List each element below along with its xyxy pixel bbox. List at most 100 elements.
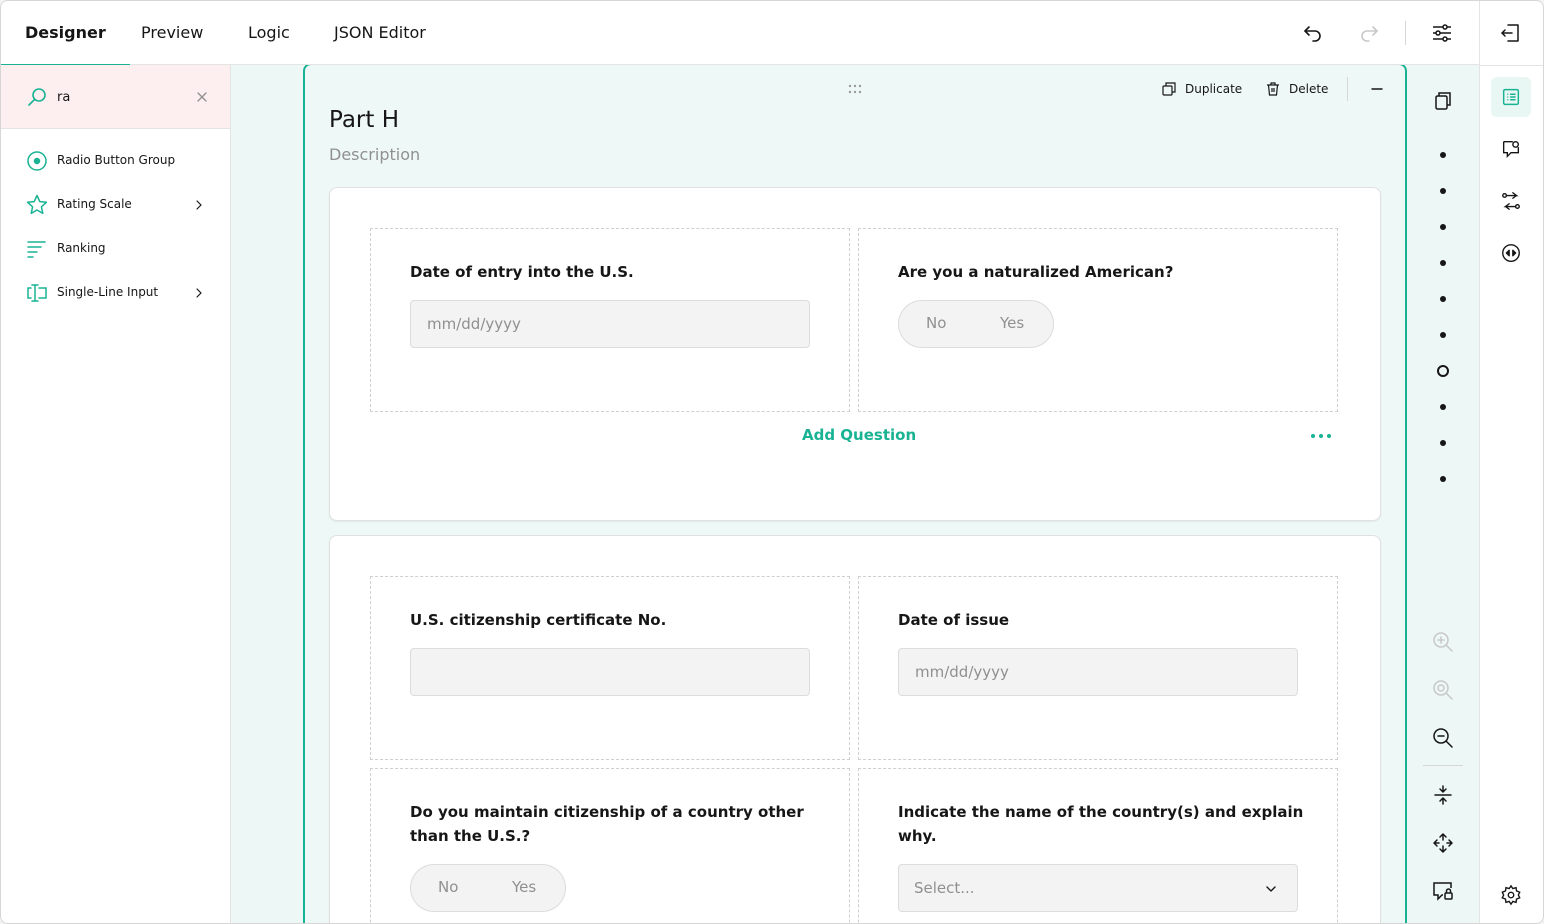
page-dot-current[interactable] [1437,365,1449,377]
undo-icon[interactable] [1301,21,1325,45]
property-grid-sidebar [1479,1,1543,923]
tab-json-editor[interactable]: JSON Editor [334,1,426,65]
logic-icon [1502,192,1520,210]
boolean-true-label[interactable]: Yes [512,878,536,896]
tab-logic[interactable]: Logic [248,1,290,65]
pages-list-icon[interactable] [1431,89,1455,113]
page-dot[interactable] [1440,296,1446,302]
trash-icon [1267,82,1279,96]
star-icon [26,194,48,215]
question-title[interactable]: Do you maintain citizenship of a country… [410,800,820,848]
question-other-citizenship[interactable]: Do you maintain citizenship of a country… [370,768,850,923]
page-dot[interactable] [1440,224,1446,230]
question-title[interactable]: U.S. citizenship certificate No. [410,608,820,632]
collapse-all-icon[interactable] [1431,783,1455,807]
question-date-of-issue[interactable]: Date of issue mm/dd/yyyy [858,576,1338,760]
question-title[interactable]: Are you a naturalized American? [898,260,1308,284]
zoom-reset-icon[interactable] [1431,678,1455,702]
survey-page[interactable]: Duplicate Delete Part H Description Date… [303,65,1407,923]
page-dot[interactable] [1440,188,1446,194]
page-dot[interactable] [1440,260,1446,266]
expand-all-icon[interactable] [1431,831,1455,855]
radio-button-icon [27,151,47,171]
page-title[interactable]: Part H [329,107,399,133]
boolean-false-label[interactable]: No [926,314,946,332]
creator-settings-button[interactable] [1491,875,1531,915]
duplicate-label: Duplicate [1185,82,1243,96]
search-icon [28,88,46,106]
question-title[interactable]: Date of entry into the U.S. [410,260,820,284]
collapse-icon[interactable] [1369,81,1385,97]
collapse-sidebar-button[interactable] [1491,13,1531,53]
add-question-button[interactable]: Add Question [802,426,916,444]
toolbox-item-rating-scale[interactable]: Rating Scale [1,183,230,227]
drag-handle-icon[interactable] [847,83,863,95]
page-description[interactable]: Description [329,145,420,164]
delete-label: Delete [1289,82,1329,96]
toolbox-item-label: Ranking [57,241,106,255]
navigation-circle-icon [1502,244,1520,262]
page-dot[interactable] [1440,440,1446,446]
chevron-down-icon [1266,886,1276,892]
toolbox-item-label: Rating Scale [57,197,132,211]
general-properties-button[interactable] [1491,77,1531,117]
list-icon [1502,88,1520,106]
question-settings-button[interactable] [1491,129,1531,169]
toolbox: Radio Button Group Rating Scale Ranking … [1,65,231,923]
date-input[interactable]: mm/dd/yyyy [410,300,810,348]
survey-creator-window: Designer Preview Logic JSON Editor ra Ra… [0,0,1544,924]
ranking-icon [27,241,46,258]
toolbox-search [1,65,230,129]
duplicate-page-button[interactable]: Duplicate [1161,79,1242,99]
text-input-icon [27,284,47,302]
country-dropdown[interactable]: Select... [898,864,1298,912]
question-date-of-entry[interactable]: Date of entry into the U.S. mm/dd/yyyy [370,228,850,412]
gear-icon [1501,884,1521,906]
navigation-settings-button[interactable] [1491,233,1531,273]
redo-icon[interactable] [1357,21,1381,45]
zoom-out-icon[interactable] [1431,726,1455,750]
page-navigator [1407,65,1479,923]
lock-question-icon[interactable] [1431,879,1455,903]
duplicate-icon [1162,82,1176,96]
question-title[interactable]: Indicate the name of the country(s) and … [898,800,1308,848]
panel[interactable]: Date of entry into the U.S. mm/dd/yyyy A… [329,187,1381,521]
question-title[interactable]: Date of issue [898,608,1308,632]
question-naturalized[interactable]: Are you a naturalized American? No Yes [858,228,1338,412]
toolbox-search-input[interactable] [57,87,187,107]
tab-preview[interactable]: Preview [141,1,203,65]
zoom-in-icon[interactable] [1431,630,1455,654]
toolbox-item-radio-button-group[interactable]: Radio Button Group [1,139,230,183]
clear-search-icon[interactable] [194,89,210,105]
boolean-toggle[interactable]: No Yes [410,864,566,912]
question-citizenship-certificate[interactable]: U.S. citizenship certificate No. [370,576,850,760]
page-dot[interactable] [1440,404,1446,410]
page-dot[interactable] [1440,152,1446,158]
boolean-true-label[interactable]: Yes [1000,314,1024,332]
top-toolbar: Designer Preview Logic JSON Editor [1,1,1479,66]
panel[interactable]: U.S. citizenship certificate No. Date of… [329,535,1381,923]
question-country-name[interactable]: Indicate the name of the country(s) and … [858,768,1338,923]
toolbox-item-single-line-input[interactable]: Single-Line Input [1,271,230,315]
page-dot[interactable] [1440,332,1446,338]
text-input[interactable] [410,648,810,696]
logic-settings-button[interactable] [1491,181,1531,221]
navigator-separator [1423,765,1463,766]
page-dot[interactable] [1440,476,1446,482]
boolean-toggle[interactable]: No Yes [898,300,1054,348]
gear-chat-icon [1502,140,1520,158]
toolbar-separator [1405,21,1406,45]
more-options-icon[interactable] [1310,430,1332,442]
date-input[interactable]: mm/dd/yyyy [898,648,1298,696]
exit-icon [1501,24,1519,42]
toolbox-item-ranking[interactable]: Ranking [1,227,230,271]
delete-page-button[interactable]: Delete [1265,79,1328,99]
boolean-false-label[interactable]: No [438,878,458,896]
chevron-right-icon[interactable] [191,197,207,213]
page-actions-separator [1347,77,1348,101]
tab-designer[interactable]: Designer [1,1,130,66]
design-surface: Duplicate Delete Part H Description Date… [231,65,1479,923]
sidebar-divider [1480,65,1543,66]
chevron-right-icon[interactable] [191,285,207,301]
settings-sliders-icon[interactable] [1430,21,1454,45]
